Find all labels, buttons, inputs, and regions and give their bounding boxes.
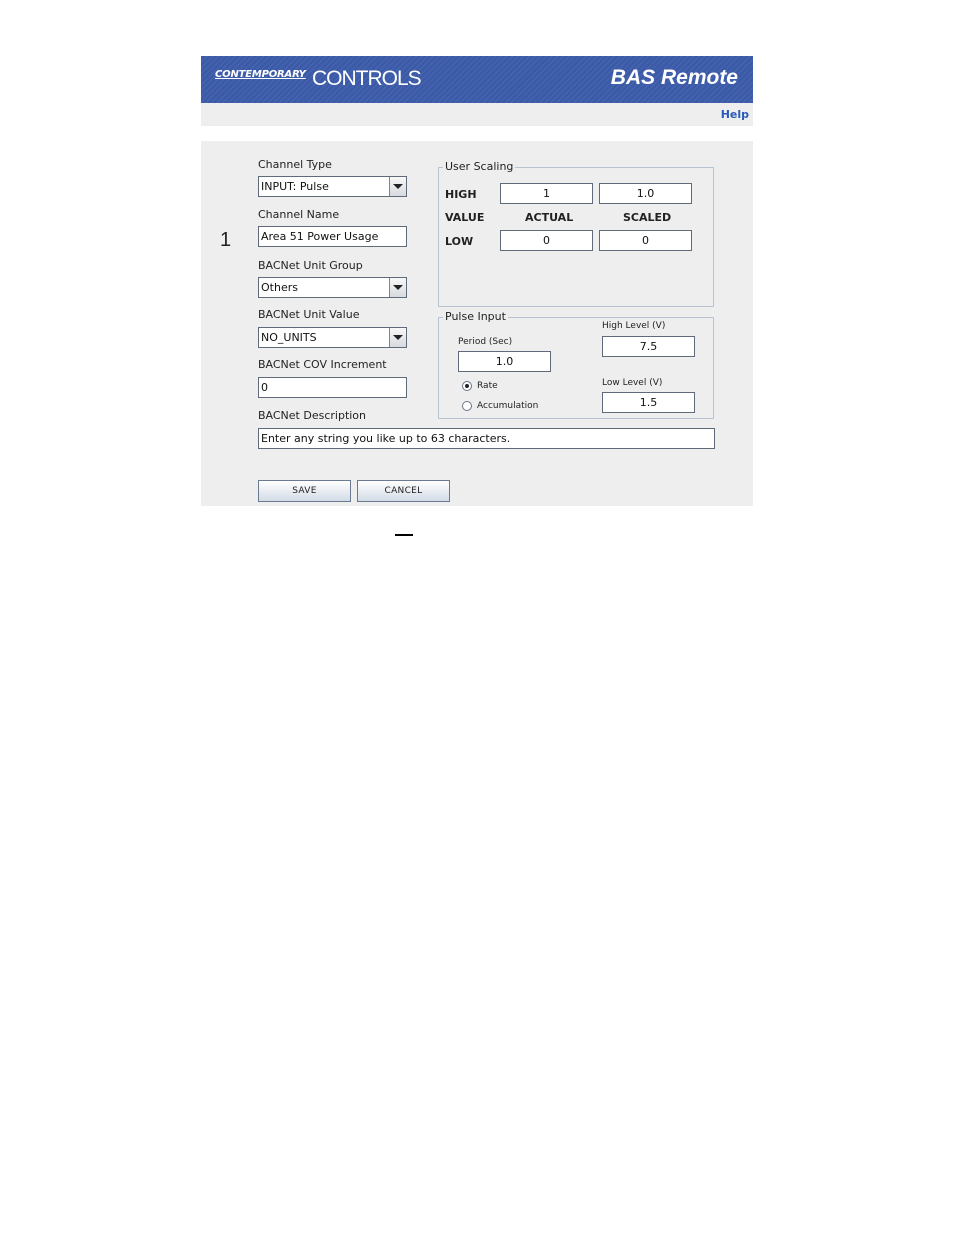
help-bar: Help [201, 103, 753, 126]
app-title: BAS Remote [610, 66, 738, 89]
value-label: VALUE [445, 211, 485, 224]
high-actual-input[interactable]: 1 [500, 183, 593, 204]
unit-group-value: Others [261, 281, 298, 294]
scaled-label: SCALED [623, 211, 672, 224]
logo-big-text: CONTROLS [312, 67, 422, 90]
period-label: Period (Sec) [458, 337, 513, 347]
chevron-down-icon[interactable] [389, 278, 406, 297]
save-button[interactable]: SAVE [258, 480, 351, 502]
user-scaling-group: User Scaling HIGH 1 1.0 VALUE ACTUAL SCA… [438, 160, 714, 307]
unit-group-select[interactable]: Others [258, 277, 407, 298]
high-level-label: High Level (V) [602, 321, 666, 331]
cov-label: BACNet COV Increment [258, 358, 387, 371]
rate-radio[interactable] [462, 381, 472, 391]
period-input[interactable]: 1.0 [458, 351, 551, 372]
accumulation-label: Accumulation [477, 401, 539, 411]
low-level-label: Low Level (V) [602, 378, 663, 388]
description-input[interactable]: Enter any string you like up to 63 chara… [258, 428, 715, 449]
channel-type-label: Channel Type [258, 158, 332, 171]
unit-value-label: BACNet Unit Value [258, 308, 360, 321]
low-level-input[interactable]: 1.5 [602, 392, 695, 413]
channel-config-panel: 1 Channel Type INPUT: Pulse Channel Name… [201, 141, 753, 506]
pulse-input-group: Pulse Input Period (Sec) 1.0 High Level … [438, 310, 714, 419]
low-scaled-input[interactable]: 0 [599, 230, 692, 251]
pulse-input-legend: Pulse Input [443, 310, 508, 323]
low-actual-input[interactable]: 0 [500, 230, 593, 251]
chevron-down-icon[interactable] [389, 177, 406, 196]
channel-number: 1 [220, 229, 232, 251]
unit-value-value: NO_UNITS [261, 331, 317, 344]
unit-value-select[interactable]: NO_UNITS [258, 327, 407, 348]
divider-mark [395, 534, 413, 536]
chevron-down-icon[interactable] [389, 328, 406, 347]
cancel-button[interactable]: CANCEL [357, 480, 450, 502]
actual-label: ACTUAL [525, 211, 574, 224]
high-scaled-input[interactable]: 1.0 [599, 183, 692, 204]
channel-type-select[interactable]: INPUT: Pulse [258, 176, 407, 197]
help-link[interactable]: Help [721, 108, 749, 121]
channel-type-value: INPUT: Pulse [261, 180, 329, 193]
high-label: HIGH [445, 188, 477, 201]
low-label: LOW [445, 235, 474, 248]
high-level-input[interactable]: 7.5 [602, 336, 695, 357]
header-banner: CONTEMPORARY CONTROLS BAS Remote [201, 56, 753, 103]
unit-group-label: BACNet Unit Group [258, 259, 363, 272]
channel-name-input[interactable]: Area 51 Power Usage [258, 226, 407, 247]
description-label: BACNet Description [258, 409, 367, 422]
rate-label: Rate [477, 381, 498, 391]
accumulation-radio[interactable] [462, 401, 472, 411]
logo-small-text: CONTEMPORARY [215, 69, 306, 80]
user-scaling-legend: User Scaling [443, 160, 516, 173]
cov-increment-input[interactable]: 0 [258, 377, 407, 398]
channel-name-label: Channel Name [258, 208, 340, 221]
